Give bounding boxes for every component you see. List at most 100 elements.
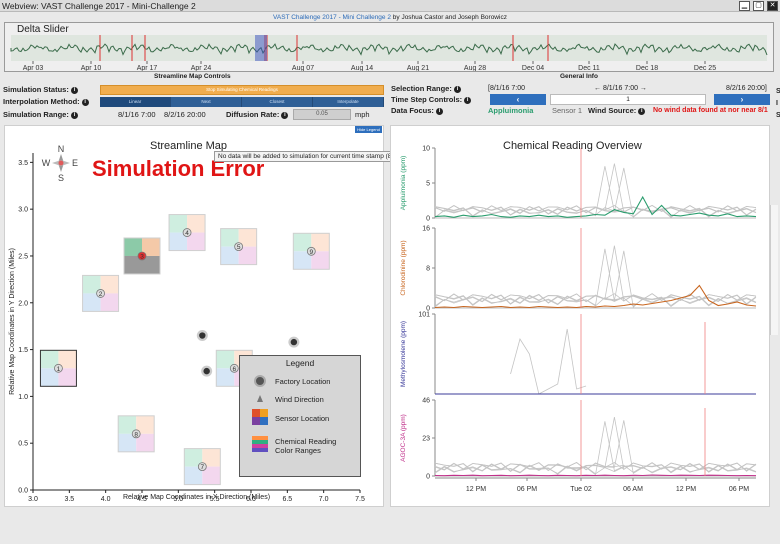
diffusion-unit: mph <box>355 110 370 119</box>
map-y-tick-label: 0.0 <box>18 488 28 495</box>
map-y-axis-label: Relative Map Coordinates in Y Direction … <box>9 248 16 395</box>
wind-source-value: No wind data found at nor near 8/1 <box>653 107 768 114</box>
close-button[interactable]: ✕ <box>767 1 778 11</box>
context-series-line <box>434 245 757 307</box>
interp-option-linear[interactable]: Linear <box>100 97 171 107</box>
map-x-tick-label: 3.0 <box>28 496 38 503</box>
general-info-title: General Info <box>560 73 598 80</box>
band-y-axis-label: Appluimonia (ppm) <box>400 156 407 211</box>
sensor-label: 8 <box>134 431 138 438</box>
band-y-tick-label: 5 <box>426 181 430 188</box>
selection-start: [8/1/16 7:00 <box>488 85 525 92</box>
window-title: Webview: VAST Challenge 2017 - Mini-Chal… <box>2 1 196 11</box>
window-titlebar: Webview: VAST Challenge 2017 - Mini-Chal… <box>0 0 780 12</box>
map-y-tick-label: 1.0 <box>18 394 28 401</box>
legend-chem-label-1: Chemical Reading <box>275 437 337 446</box>
minimize-button[interactable]: ▁ <box>739 1 750 11</box>
authors-text: by Joshua Castor and Joseph Borowicz <box>390 14 507 21</box>
chart-x-tick-label: 12 PM <box>676 486 696 493</box>
sensor-label: 3 <box>140 253 144 260</box>
info-icon[interactable]: i <box>638 107 646 115</box>
info-icon[interactable]: i <box>70 111 78 119</box>
delta-tick-label: Dec 18 <box>636 65 658 71</box>
challenge-link[interactable]: VAST Challenge 2017 - Mini Challenge 2 <box>273 14 391 21</box>
legend-wind-icon <box>257 395 263 402</box>
info-icon[interactable]: i <box>453 85 461 93</box>
step-input[interactable]: 1 <box>550 94 706 105</box>
next-step-button[interactable]: › <box>714 94 770 105</box>
prev-step-button[interactable]: ‹ <box>490 94 546 105</box>
selection-current: ← 8/1/16 7:00 → <box>594 85 647 92</box>
sensor-label: 5 <box>237 244 241 251</box>
info-icon[interactable]: i <box>81 98 89 106</box>
map-x-tick-label: 7.5 <box>355 496 365 503</box>
chart-band-2: 101 Methylosmolene (ppm) <box>400 312 756 395</box>
band-y-tick-label: 0 <box>426 216 430 223</box>
info-icon[interactable]: i <box>281 111 289 119</box>
delta-tick-label: Aug 28 <box>464 65 486 71</box>
interp-option-next[interactable]: Next <box>171 97 242 107</box>
diffusion-rate-input[interactable]: 0.05 <box>293 109 351 120</box>
delta-tick-label: Apr 17 <box>137 65 158 71</box>
status-label: Simulation Status: i <box>3 85 78 95</box>
interp-option-closest[interactable]: Closest <box>242 97 313 107</box>
compass-n: N <box>58 144 65 154</box>
chart-x-tick-label: Tue 02 <box>570 486 592 493</box>
map-y-tick-label: 3.5 <box>18 160 28 167</box>
timestep-label: Time Step Controls: i <box>391 95 472 105</box>
info-icon[interactable]: i <box>435 107 443 115</box>
range-start: 8/1/16 7:00 <box>118 110 156 119</box>
sensor-9: 9 <box>292 232 330 270</box>
range-label: Simulation Range: i <box>3 110 78 120</box>
info-icon[interactable]: i <box>464 96 472 104</box>
interp-option-interpolate[interactable]: Interpolate <box>313 97 384 107</box>
map-x-tick-label: 7.0 <box>319 496 329 503</box>
map-legend: Legend Factory Location Wind Direction S… <box>239 355 361 477</box>
map-x-tick-label: 6.5 <box>282 496 292 503</box>
sensor-1: 1 <box>39 349 77 387</box>
band-y-tick-label: 46 <box>422 398 430 405</box>
band-y-axis-label: Chlorodinine (ppm) <box>400 240 407 295</box>
delta-tick-label: Apr 03 <box>23 65 44 71</box>
delta-tick-label: Apr 10 <box>81 65 102 71</box>
chart-x-tick-label: 06 AM <box>623 486 643 493</box>
window-buttons: ▁ ▢ ✕ <box>739 1 778 11</box>
compass-e: E <box>72 158 78 168</box>
sensor-2: 2 <box>82 274 120 312</box>
delta-tick-label: Dec 25 <box>694 65 716 71</box>
selection-end: 8/2/16 20:00] <box>726 85 767 92</box>
vertical-scrollbar[interactable] <box>770 205 778 335</box>
delta-slider-chart[interactable]: Apr 03 Apr 10 Apr 17 Apr 24 Aug 07 Aug 14 Aug … <box>5 35 773 71</box>
chart-band-3: 46 23 0 AGOC-3A (ppm) <box>400 398 757 481</box>
info-icon[interactable]: i <box>70 86 78 94</box>
focus-label: Data Focus: i <box>391 106 443 116</box>
context-series-line <box>510 328 587 395</box>
clipped-text: I <box>776 100 778 107</box>
legend-factory-icon <box>254 375 266 387</box>
chart-title: Chemical Reading Overview <box>503 140 642 152</box>
factory-dot <box>199 332 206 339</box>
map-y-tick-label: 0.5 <box>18 441 28 448</box>
delta-tick-label: Aug 14 <box>351 65 373 71</box>
chart-x-tick-label: 12 PM <box>466 486 486 493</box>
band-y-tick-label: 101 <box>418 312 430 319</box>
band-y-tick-label: 0 <box>426 474 430 481</box>
maximize-button[interactable]: ▢ <box>753 1 764 11</box>
chemical-overview-chart[interactable]: 10 5 0 Appluimonia (ppm) 16 8 0 Chlorodinine (p… <box>391 126 769 506</box>
range-end: 8/2/16 20:00 <box>164 110 206 119</box>
compass-s: S <box>58 173 64 183</box>
context-series-line <box>434 166 757 218</box>
sensor-label: Sensor 1 <box>552 106 583 115</box>
compass-center <box>58 160 64 166</box>
delta-tick-label: Dec 04 <box>522 65 544 71</box>
legend-sensor-icon <box>252 409 260 417</box>
chart-band-0: 10 5 0 Appluimonia (ppm) <box>400 146 757 223</box>
delta-slider[interactable]: Delta Slider Apr 03 Apr 10 Apr 17 Apr 24 Aug… <box>4 22 774 72</box>
controls-title: Streamline Map Controls <box>154 73 231 80</box>
sensor-label: 7 <box>201 464 205 471</box>
map-x-tick-label: 4.0 <box>101 496 111 503</box>
legend-wind-label: Wind Direction <box>275 395 324 404</box>
map-x-tick-label: 3.5 <box>64 496 74 503</box>
simulation-status-button[interactable]: Stop Simulating Chemical Readings <box>100 85 384 95</box>
hide-legend-button[interactable]: Hide Legend <box>355 126 382 133</box>
